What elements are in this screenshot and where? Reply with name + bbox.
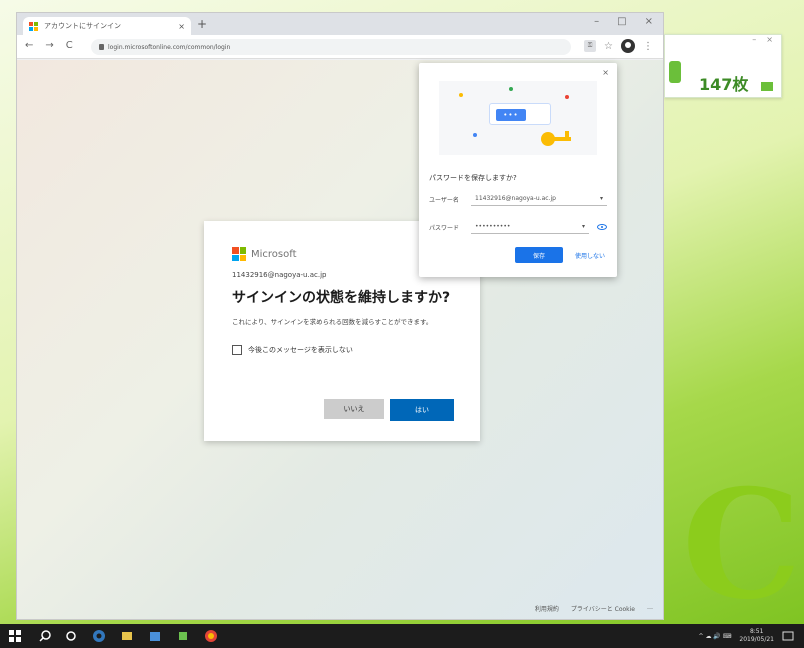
app-icon[interactable] (176, 629, 190, 643)
popup-buttons: 保存 使用しない (515, 247, 607, 263)
windows-taskbar: ^ ☁ 🔊 ⌨ 8:51 2019/05/21 (0, 624, 804, 648)
clock[interactable]: 8:51 2019/05/21 (739, 628, 774, 644)
lock-icon (99, 44, 104, 50)
sticky-tag (761, 82, 773, 91)
task-view-icon[interactable] (64, 629, 78, 643)
password-value: •••••••••• (475, 223, 511, 230)
tab-close-icon[interactable]: × (178, 22, 185, 31)
yes-button[interactable]: はい (390, 399, 454, 421)
password-card: ••• (489, 103, 551, 125)
dialog-description: これにより、サインインを求められる回数を減らすことができます。 (232, 318, 433, 326)
password-key-icon[interactable]: ⚿ (584, 40, 597, 52)
password-dots: ••• (496, 109, 526, 121)
clock-date: 2019/05/21 (739, 636, 774, 643)
password-label: パスワード (429, 224, 460, 232)
brand-name: Microsoft (251, 248, 297, 260)
address-bar[interactable]: login.microsoftonline.com/common/login (91, 39, 571, 55)
popup-title: パスワードを保存しますか? (429, 174, 517, 182)
search-icon[interactable] (38, 629, 52, 643)
profile-icon[interactable] (621, 39, 635, 53)
window-controls: – □ × (594, 16, 653, 27)
dont-show-again-row[interactable]: 今後このメッセージを表示しない (232, 345, 452, 355)
key-icon (541, 131, 571, 146)
wallpaper-letter: C (682, 457, 802, 633)
page-footer: 利用規約 プライバシーと Cookie … (535, 604, 653, 613)
minimize-button[interactable]: – (594, 16, 599, 27)
microsoft-favicon-icon (29, 21, 38, 31)
windows-start-icon[interactable] (8, 629, 22, 643)
back-icon[interactable]: ← (25, 40, 33, 51)
save-password-popup: × ••• パスワードを保存しますか? ユーザー名 11432916@nagoy… (419, 63, 617, 277)
username-row: ユーザー名 11432916@nagoya-u.ac.jp ▾ (429, 191, 607, 207)
save-password-button[interactable]: 保存 (515, 247, 563, 263)
clock-time: 8:51 (749, 628, 764, 635)
more-link[interactable]: … (647, 604, 653, 613)
dialog-buttons: いいえ はい (324, 399, 454, 421)
no-button[interactable]: いいえ (324, 399, 384, 419)
nav-buttons: ← → C (25, 40, 73, 51)
chrome-icon[interactable] (204, 629, 218, 643)
privacy-link[interactable]: プライバシーと Cookie (571, 604, 635, 613)
notification-icon[interactable] (782, 630, 794, 642)
username-field[interactable]: 11432916@nagoya-u.ac.jp ▾ (471, 192, 607, 206)
checkbox-label: 今後このメッセージを表示しない (248, 346, 353, 354)
counter-icon (669, 61, 681, 83)
confetti-dot (565, 95, 569, 99)
sticky-close-button[interactable]: × (766, 35, 773, 45)
toolbar-actions: ⚿ ☆ ⋮ (584, 39, 653, 53)
tab-title: アカウントにサインイン (44, 22, 121, 30)
store-icon[interactable] (148, 629, 162, 643)
terms-link[interactable]: 利用規約 (535, 604, 559, 613)
browser-toolbar: ← → C login.microsoftonline.com/common/l… (17, 35, 663, 59)
reload-icon[interactable]: C (66, 40, 73, 51)
sticky-count: 147枚 (699, 75, 749, 94)
forward-icon[interactable]: → (45, 40, 53, 51)
popup-close-icon[interactable]: × (602, 68, 609, 77)
username-value: 11432916@nagoya-u.ac.jp (475, 195, 556, 202)
confetti-dot (473, 133, 477, 137)
dialog-heading: サインインの状態を維持しますか? (232, 290, 451, 306)
password-field[interactable]: •••••••••• ▾ (471, 220, 589, 234)
never-save-button[interactable]: 使用しない (573, 251, 607, 260)
system-tray: ^ ☁ 🔊 ⌨ 8:51 2019/05/21 (699, 628, 794, 644)
chevron-down-icon: ▾ (581, 223, 585, 230)
tab-strip: アカウントにサインイン × + – □ × (17, 13, 663, 35)
show-password-eye-icon[interactable] (597, 224, 607, 230)
sticky-minimize-button[interactable]: – (752, 35, 756, 45)
sticky-note-widget[interactable]: – × 147枚 (664, 34, 782, 98)
confetti-dot (459, 93, 463, 97)
password-illustration: ••• (439, 81, 597, 155)
sticky-titlebar: – × (665, 35, 781, 45)
microsoft-logo-icon (232, 247, 246, 261)
maximize-button[interactable]: □ (617, 16, 626, 27)
chevron-down-icon: ▾ (599, 195, 603, 202)
menu-icon[interactable]: ⋮ (643, 41, 653, 52)
confetti-dot (509, 87, 513, 91)
edge-icon[interactable] (92, 629, 106, 643)
tab-signin[interactable]: アカウントにサインイン × (23, 17, 191, 35)
new-tab-button[interactable]: + (197, 17, 207, 31)
password-row: パスワード •••••••••• ▾ (429, 219, 607, 235)
explorer-icon[interactable] (120, 629, 134, 643)
username-label: ユーザー名 (429, 196, 459, 204)
tray-icons[interactable]: ^ ☁ 🔊 ⌨ (699, 633, 732, 640)
url-text: login.microsoftonline.com/common/login (108, 43, 231, 51)
bookmark-star-icon[interactable]: ☆ (604, 41, 613, 52)
close-button[interactable]: × (645, 16, 653, 27)
dont-show-again-checkbox[interactable] (232, 345, 242, 355)
